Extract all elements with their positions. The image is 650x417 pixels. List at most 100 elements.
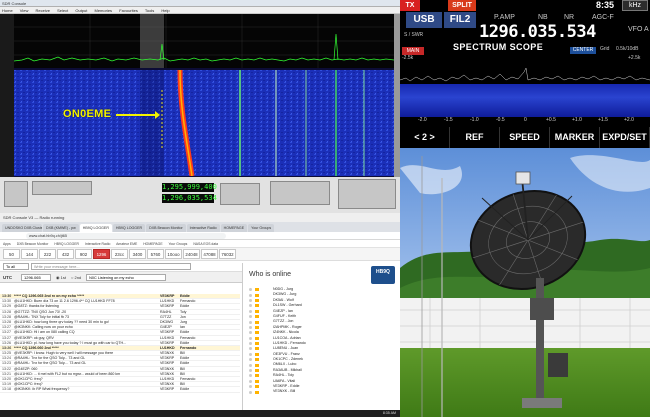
band-button[interactable]: 50	[3, 249, 20, 259]
chat-callsign[interactable]: LU1HKD	[154, 336, 180, 340]
chat-callsign[interactable]: VE3KRP	[154, 341, 180, 345]
center-badge[interactable]: CENTER	[570, 47, 596, 54]
hb9q-logo: HB9Q	[371, 266, 395, 284]
softkey-expd-set[interactable]: EXPD/SET	[600, 127, 650, 148]
chat-callsign[interactable]: VE3NXK	[154, 382, 180, 386]
browser-tab[interactable]: HOMEPAGE	[220, 224, 248, 232]
sdr-frequency-display[interactable]: 1,295,999,400	[162, 183, 217, 192]
chat-callsign[interactable]: VE3KRP	[154, 330, 180, 334]
softkey-marker[interactable]: MARKER	[550, 127, 600, 148]
sdr-options-box[interactable]	[4, 181, 28, 207]
band-button[interactable]: 76032	[219, 249, 236, 259]
sdr-plot-area[interactable]	[0, 14, 400, 177]
band-button[interactable]: 3400	[129, 249, 146, 259]
menu-help[interactable]: Help	[161, 8, 169, 13]
band-button[interactable]: 5760	[147, 249, 164, 259]
band-button[interactable]: 222	[39, 249, 56, 259]
browser-tab[interactable]: Your Groups	[248, 224, 275, 232]
chat-callsign[interactable]: VE3NXK	[154, 367, 180, 371]
bookmark-link[interactable]: Amateur EME	[116, 242, 137, 246]
filter-button[interactable]: FIL2	[444, 12, 476, 28]
band-button[interactable]: 10ooo	[165, 249, 182, 259]
status-dot-icon	[249, 379, 252, 383]
url-input[interactable]: www.chat.hb9q.ch/jt65	[26, 232, 226, 239]
browser-tab[interactable]: Interactive Radio	[186, 224, 220, 232]
chat-time: 13:24	[2, 356, 11, 361]
radio-spectrum-trace[interactable]	[400, 62, 650, 84]
chat-callsign[interactable]: VE3KRP	[154, 304, 180, 308]
qrg-message-input[interactable]: N0C Listening on my echo	[86, 273, 167, 281]
bookmark-link[interactable]: Interactive Radio	[85, 242, 110, 246]
sdr-zoom-slider[interactable]	[32, 181, 92, 195]
qrg-input[interactable]: 1296.065	[21, 273, 51, 281]
browser-tab-active[interactable]: HB9Q LOGGER	[79, 224, 112, 232]
softkey-speed[interactable]: SPEED	[500, 127, 550, 148]
chat-callsign[interactable]: VE3KRP	[154, 294, 180, 298]
menu-memories[interactable]: Memories	[95, 8, 113, 13]
band-button[interactable]: 432	[57, 249, 74, 259]
softkey-page[interactable]: < 2 >	[400, 127, 450, 148]
main-frequency[interactable]: 1296.035.534	[479, 22, 596, 42]
chat-callsign[interactable]: VE3KRP	[154, 356, 180, 360]
dish-antenna-photo	[400, 148, 650, 417]
recipient-select[interactable]: To all	[3, 262, 29, 270]
menu-tools[interactable]: Tools	[145, 8, 154, 13]
sdr-waterfall[interactable]	[14, 70, 394, 176]
online-user-row[interactable]: VE3NXK - Bill	[249, 389, 399, 394]
menu-view[interactable]: View	[20, 8, 29, 13]
chat-callsign[interactable]: G7TZZ	[154, 315, 180, 319]
band-button[interactable]: 23cc	[111, 249, 128, 259]
menu-select[interactable]: Select	[57, 8, 68, 13]
chat-callsign[interactable]: G4EZP	[154, 325, 180, 329]
sdr-filter-panel[interactable]	[270, 181, 330, 205]
bookmark-link[interactable]: HB9Q LOGGER	[54, 242, 79, 246]
bookmark-link[interactable]: DXB Beacon Monitor	[17, 242, 49, 246]
chat-callsign[interactable]: RA4HL	[154, 310, 180, 314]
sdr-spectrum-trace[interactable]	[14, 14, 394, 68]
menu-favourites[interactable]: Favourites	[119, 8, 138, 13]
first-period-radio[interactable]: ◉ 1st	[56, 275, 66, 280]
chat-time: 13:19	[2, 382, 11, 387]
band-button[interactable]: 24048	[183, 249, 200, 259]
menu-output[interactable]: Output	[75, 8, 87, 13]
band-button[interactable]: 902	[75, 249, 92, 259]
bookmark-link[interactable]: NASA EOS data	[193, 242, 218, 246]
band-button[interactable]: 144	[21, 249, 38, 259]
chat-log[interactable]: 13:30 ***** CQ 1296.065 2nd rx on my echo…	[0, 294, 240, 417]
chat-callsign[interactable]: VE3NXK	[154, 372, 180, 376]
band-button-selected[interactable]: 1296	[93, 249, 110, 259]
band-button[interactable]: 47088	[201, 249, 218, 259]
menu-home[interactable]: Home	[2, 8, 13, 13]
chat-callsign[interactable]: VE3KRP	[154, 361, 180, 365]
sdr-sub-frequency-display[interactable]: 1,296,035,534	[162, 194, 217, 203]
sdr-mode-panel[interactable]	[220, 183, 260, 205]
chat-callsign[interactable]: LU1HKD	[154, 299, 180, 303]
mode-usb-button[interactable]: USB	[406, 12, 442, 28]
axis-tick: -0.5	[496, 117, 505, 123]
bookmark-link[interactable]: Apps	[3, 242, 11, 246]
chat-callsign[interactable]: LU1HKD	[154, 377, 180, 381]
message-input[interactable]: Write your message here...	[31, 262, 191, 270]
chat-callsign[interactable]: DK3WG	[154, 320, 180, 324]
browser-tab[interactable]: DXB (KMWE) - pw	[43, 224, 79, 232]
chat-callsign[interactable]: VE3KRP	[154, 387, 180, 391]
bookmark-link[interactable]: HOMEPAGE	[143, 242, 162, 246]
bookmark-link[interactable]: Your Groups	[168, 242, 187, 246]
radio-waterfall[interactable]	[400, 84, 650, 117]
browser-tab[interactable]: UNDOSKO DXB Cluster	[2, 224, 42, 232]
browser-tab[interactable]: HB9Q LOGGER	[112, 224, 146, 232]
user-flag-icon	[255, 304, 259, 308]
chat-callsign[interactable]: LU1HKD	[154, 346, 180, 350]
sdr-console-window: SDR Console Home View Receive Select Out…	[0, 0, 400, 222]
chat-time: 13:22	[2, 366, 11, 371]
chat-callsign[interactable]: VE3NXK	[154, 351, 180, 355]
chat-time: 13:30	[2, 299, 11, 304]
status-dot-icon	[249, 315, 252, 319]
browser-tab[interactable]: DXB Beacon Monitor	[146, 224, 186, 232]
khz-button[interactable]: kHz	[622, 0, 648, 11]
menu-receive[interactable]: Receive	[36, 8, 50, 13]
spectrum-scope-title: SPECTRUM SCOPE	[453, 42, 544, 52]
softkey-ref[interactable]: REF	[450, 127, 500, 148]
sdr-display-options[interactable]	[338, 179, 396, 209]
second-period-radio[interactable]: ○ 2nd	[71, 275, 81, 280]
